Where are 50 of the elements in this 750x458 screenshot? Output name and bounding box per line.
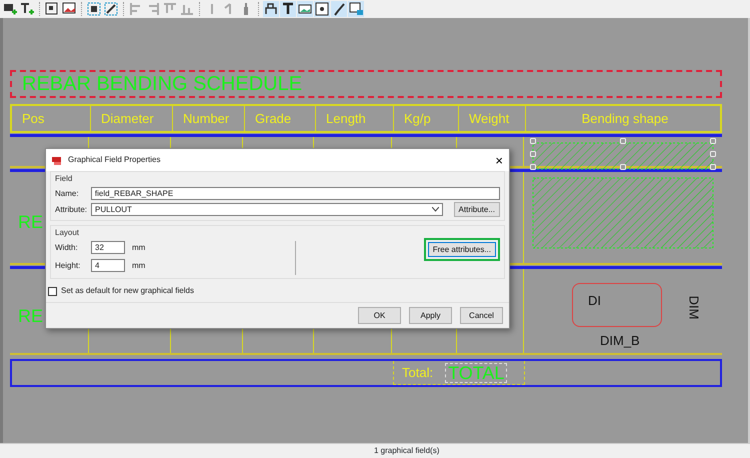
ungroup-icon[interactable] <box>103 1 119 17</box>
schedule-title: REBAR BENDING SCHEDULE <box>10 70 722 98</box>
group-label: Layout <box>55 227 80 239</box>
field-label: Height: <box>55 260 82 272</box>
field-code: RE <box>18 304 44 328</box>
dimension-label: DIM <box>687 296 700 320</box>
field-code: RE <box>18 211 44 234</box>
column-header: Kg/p <box>393 106 458 131</box>
unit-label: mm <box>132 242 146 254</box>
dialog-button[interactable]: Cancel <box>460 307 503 324</box>
height-field[interactable]: 4 <box>91 259 125 272</box>
symbol-icon[interactable] <box>314 1 330 17</box>
app-icon <box>52 155 63 165</box>
column-header: Pos <box>21 110 46 128</box>
attribute-dropdown[interactable]: PULLOUT <box>91 203 443 216</box>
column-header: Number <box>172 106 244 131</box>
column-header: Grade <box>244 106 315 131</box>
name-field[interactable]: field_REBAR_SHAPE <box>90 187 500 200</box>
column-header: Bending shape <box>525 106 724 131</box>
column-header: Length <box>315 106 393 131</box>
field-icon[interactable] <box>263 1 279 17</box>
checkbox-label: Set as default for new graphical fields <box>61 285 194 297</box>
field-label: Attribute: <box>55 204 87 216</box>
dialog-title: Graphical Field Properties <box>68 154 160 166</box>
field-add-icon[interactable] <box>2 1 18 17</box>
field-label: Width: <box>55 242 79 254</box>
group-icon[interactable] <box>86 1 102 17</box>
attribute-button[interactable]: Attribute... <box>454 202 500 217</box>
brush-icon[interactable] <box>331 1 347 17</box>
dialog-button[interactable]: Apply <box>409 307 452 324</box>
width-field[interactable]: 32 <box>91 241 125 254</box>
image-icon[interactable] <box>297 1 313 17</box>
unit-label: mm <box>132 260 146 272</box>
field-label: Name: <box>55 188 80 200</box>
column-header: Weight <box>458 106 525 131</box>
close-button[interactable]: × <box>495 154 503 166</box>
text-add-icon[interactable] <box>19 1 35 17</box>
dimension-label: DIM_B <box>600 332 640 350</box>
group-label: Field <box>55 173 74 185</box>
caret-icon <box>432 207 439 212</box>
status-text: 1 graphical field(s) <box>374 445 440 457</box>
total-label: Total: <box>402 364 434 382</box>
text-icon[interactable] <box>280 1 296 17</box>
checkbox[interactable] <box>48 286 57 296</box>
column-header: Diameter <box>90 106 172 131</box>
frame-icon[interactable] <box>44 1 60 17</box>
window-icon[interactable] <box>348 1 364 17</box>
dimension-label: DI <box>588 292 601 310</box>
total-field: TOTAL <box>445 362 508 382</box>
dialog-button[interactable]: OK <box>358 307 401 324</box>
